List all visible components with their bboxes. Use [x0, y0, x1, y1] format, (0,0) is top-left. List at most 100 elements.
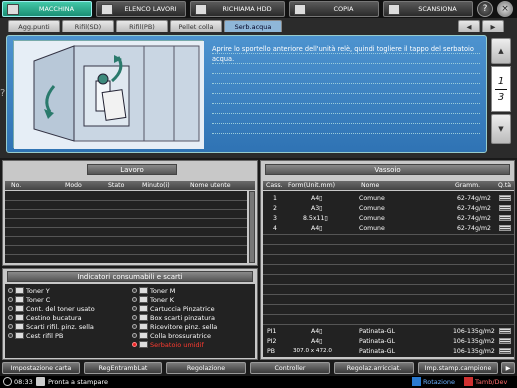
consumable-saddle-receiver[interactable]: Ricevitore pinz. sella	[132, 322, 217, 331]
tray-row[interactable]: 2 A3▯ Comune 62-74g/m2	[263, 204, 514, 213]
job-table-scrollbar[interactable]	[249, 191, 255, 263]
tray-level-gauge	[499, 215, 511, 221]
tab-rifil-pb[interactable]: Rifil(PB)	[116, 20, 168, 32]
message-rule	[212, 123, 480, 124]
consumable-waste-toner[interactable]: Cont. del toner usato	[8, 304, 95, 313]
status-dot	[132, 288, 137, 293]
tab-richiama-hdd[interactable]: RICHIAMA HDD	[190, 1, 285, 17]
mode-icon	[464, 377, 473, 386]
tray-row[interactable]: 1 A4▯ Comune 62-74g/m2	[263, 194, 514, 203]
error-dot	[132, 342, 137, 347]
curl-adjust-button[interactable]: Regolaz.arricciat.	[334, 362, 414, 374]
col-no: No.	[11, 182, 22, 189]
tab-agg-punti[interactable]: Agg.punti	[8, 20, 60, 32]
tray-level-gauge	[499, 338, 511, 344]
punch-bin-icon	[15, 314, 24, 321]
instruction-illustration	[13, 40, 204, 149]
tab-rifil-sd[interactable]: Rifil(SD)	[62, 20, 114, 32]
tray-row[interactable]: 3 8.5x11▯ Comune 62-74g/m2	[263, 214, 514, 223]
both-sides-adjust-button[interactable]: RegEntrambLat	[84, 362, 162, 374]
tab-scansiona[interactable]: SCANSIONA	[383, 1, 473, 17]
tray-level-gauge	[499, 205, 511, 211]
consumable-punch-bin[interactable]: Cestino bucatura	[8, 313, 82, 322]
col-modo: Modo	[65, 182, 82, 189]
waste-toner-icon	[15, 305, 24, 312]
consumable-staple-cartridge[interactable]: Cartuccia Pinzatrice	[132, 304, 215, 313]
sample-print-button[interactable]: Imp.stamp.campione	[418, 362, 498, 374]
page-current: 1	[497, 75, 505, 87]
job-list-icon	[101, 3, 113, 15]
toner-icon	[15, 287, 24, 294]
controller-button[interactable]: Controller	[250, 362, 330, 374]
instruction-area: Aprire lo sportello anteriore dell'unità…	[6, 35, 487, 153]
rotation-icon	[412, 377, 421, 386]
consumables-title: Indicatori consumabili e scarti	[7, 271, 253, 282]
page-divider	[495, 88, 507, 90]
toner-icon	[15, 296, 24, 303]
consumable-pb-trim-bin[interactable]: Cest rifil PB	[8, 331, 63, 340]
tab-macchina[interactable]: MACCHINA	[2, 1, 92, 17]
staple-icon	[139, 305, 148, 312]
trim-icon	[15, 323, 24, 330]
message-rule	[212, 63, 480, 64]
tray-level-gauge	[499, 195, 511, 201]
receiver-icon	[139, 323, 148, 330]
instruction-message: Aprire lo sportello anteriore dell'unità…	[212, 45, 474, 63]
message-rule	[212, 93, 480, 94]
col-form: Form(Unit.mm)	[288, 182, 336, 189]
consumable-toner-k[interactable]: Toner K	[132, 295, 174, 304]
machine-icon	[7, 3, 19, 15]
tab-copia[interactable]: COPIA	[289, 1, 379, 17]
tray-row[interactable]: PI2 A4▯ Patinata-GL 106-135g/m2	[263, 337, 514, 346]
copy-icon	[294, 3, 306, 15]
message-rule	[212, 103, 480, 104]
job-panel: Lavoro No. Modo Stato Minuto(i) Nome ute…	[2, 160, 258, 266]
status-time: 08:33	[14, 378, 33, 386]
page-down-button[interactable]: ▼	[491, 114, 511, 144]
consumable-saddle-trim[interactable]: Scarti rifil. pinz. sella	[8, 322, 94, 331]
tab-serb-acqua[interactable]: Serb.acqua	[224, 20, 282, 32]
consumable-toner-c[interactable]: Toner C	[8, 295, 50, 304]
status-dot	[8, 333, 13, 338]
paper-settings-button[interactable]: Impostazione carta	[2, 362, 80, 374]
printer-status-icon	[36, 377, 45, 386]
message-rule	[212, 113, 480, 114]
consumable-glue[interactable]: Colla brossuratrice	[132, 331, 211, 340]
consumable-staple-waste[interactable]: Box scarti pinzatura	[132, 313, 215, 322]
job-table-body[interactable]	[5, 191, 247, 263]
hdd-icon	[195, 3, 207, 15]
top-tab-bar: MACCHINA ELENCO LAVORI RICHIAMA HDD COPI…	[0, 0, 517, 18]
job-panel-title: Lavoro	[87, 164, 177, 175]
tray-row[interactable]: PI1 A4▯ Patinata-GL 106-135g/m2	[263, 327, 514, 336]
tab-pellet-colla[interactable]: Pellet colla	[170, 20, 222, 32]
page-up-button[interactable]: ▲	[491, 38, 511, 64]
help-button[interactable]: ?	[477, 1, 493, 17]
more-buttons-arrow[interactable]: ▶	[501, 362, 515, 374]
job-table-header: No. Modo Stato Minuto(i) Nome utente	[5, 181, 255, 190]
status-dot	[8, 315, 13, 320]
consumables-list: Toner Y Toner C Cont. del toner usato Ce…	[5, 284, 255, 358]
consumable-toner-m[interactable]: Toner M	[132, 286, 175, 295]
instruction-message-box: Aprire lo sportello anteriore dell'unità…	[212, 44, 480, 144]
message-rule	[212, 73, 480, 74]
page-indicator: 1 3	[491, 66, 511, 112]
message-rule	[212, 83, 480, 84]
message-rule	[212, 53, 480, 54]
tray-row[interactable]: PB 307.0 x 472.0 Patinata-GL 106-135g/m2	[263, 347, 514, 356]
adjustment-button[interactable]: Regolazione	[166, 362, 246, 374]
status-message: Pronta a stampare	[48, 378, 108, 386]
close-button[interactable]: ×	[497, 1, 513, 17]
tab-elenco-lavori[interactable]: ELENCO LAVORI	[96, 1, 186, 17]
page-total: 3	[497, 91, 505, 103]
next-tab-button[interactable]: ▶	[482, 20, 504, 32]
tray-row[interactable]: 4 A4▯ Comune 62-74g/m2	[263, 224, 514, 233]
col-qta: Q.tà	[498, 182, 512, 189]
tray-panel: Vassoio Cass. Form(Unit.mm) Nome Gramm. …	[260, 160, 515, 360]
consumable-toner-y[interactable]: Toner Y	[8, 286, 50, 295]
prev-tab-button[interactable]: ◀	[458, 20, 480, 32]
tray-table-header: Cass. Form(Unit.mm) Nome Gramm. Q.tà	[263, 181, 514, 190]
col-nome: Nome	[361, 182, 380, 189]
consumable-humidifier-tank[interactable]: Serbatoio umidif	[132, 340, 204, 349]
info-panel: Agg.punti Rifil(SD) Rifil(PB) Pellet col…	[0, 18, 517, 158]
tray-level-gauge	[499, 225, 511, 231]
